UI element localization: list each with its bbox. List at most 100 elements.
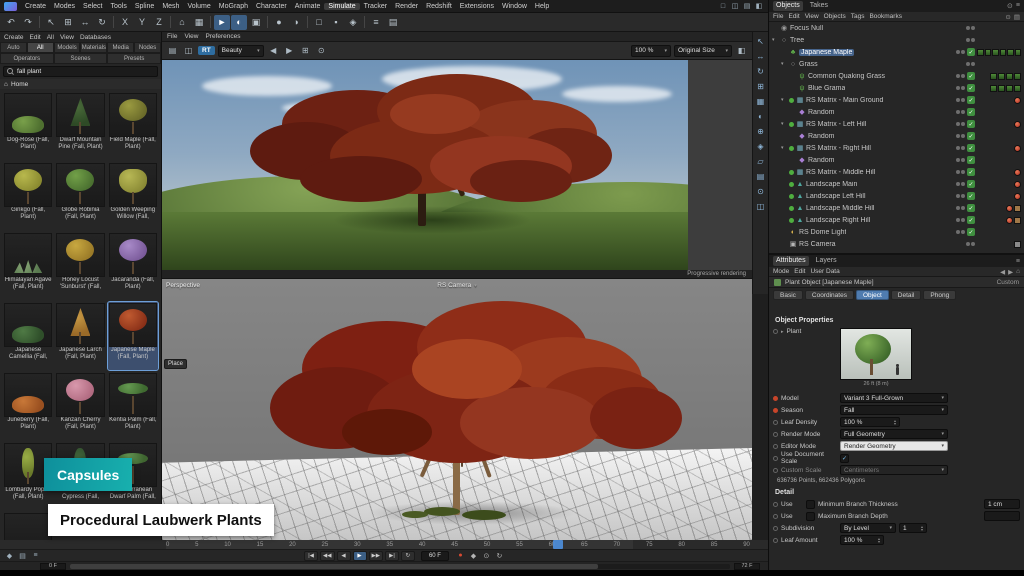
keyframe-dot[interactable]: [773, 456, 778, 461]
polygon-mode-icon[interactable]: ◈: [345, 15, 361, 30]
app-logo-icon[interactable]: [4, 2, 17, 11]
plant-tile-golden-weeping-willow-fall-plant[interactable]: Golden Weeping Willow (Fall, Plant): [108, 162, 158, 230]
prev-icon[interactable]: ◀: [267, 45, 280, 57]
asset-menu-create[interactable]: Create: [4, 34, 24, 41]
enabled-check[interactable]: ✓: [967, 192, 975, 200]
render-visibility-dot[interactable]: [961, 218, 965, 222]
plant-tile-dog-rose-fall-plant[interactable]: Dog-Rose (Fall, Plant): [3, 92, 53, 160]
visibility-dots[interactable]: [956, 206, 965, 210]
object-row-random[interactable]: ◆Random✓: [769, 154, 1024, 166]
search-icon[interactable]: ⊙: [1005, 13, 1010, 21]
section-tab-coordinates[interactable]: Coordinates: [805, 290, 854, 300]
asset-menu-edit[interactable]: Edit: [30, 34, 41, 41]
editor-visibility-dot[interactable]: [966, 26, 970, 30]
keyframe-dot[interactable]: [773, 468, 778, 473]
editor-visibility-dot[interactable]: [956, 206, 960, 210]
render-visibility-dot[interactable]: [961, 182, 965, 186]
editor-visibility-dot[interactable]: [956, 194, 960, 198]
enabled-check[interactable]: ✓: [967, 168, 975, 176]
tan-tag-icon[interactable]: [1014, 217, 1021, 224]
visibility-dots[interactable]: [956, 158, 965, 162]
render-visibility-dot[interactable]: [971, 38, 975, 42]
redo-icon[interactable]: ↷: [20, 15, 36, 30]
object-row-random[interactable]: ◆Random✓: [769, 130, 1024, 142]
gray-tag-icon[interactable]: [1014, 241, 1021, 248]
object-row-focus-null[interactable]: ◉Focus Null: [769, 22, 1024, 34]
snap-icon[interactable]: ≡: [368, 15, 384, 30]
transport-button[interactable]: |◀: [304, 551, 318, 561]
plant-tile-japanese-camellia-fall-plant[interactable]: Japanese Camellia (Fall, Plant): [3, 302, 53, 370]
visibility-dots[interactable]: [956, 134, 965, 138]
enabled-check[interactable]: ✓: [967, 228, 975, 236]
enabled-check[interactable]: ✓: [967, 144, 975, 152]
plant-tile-jacaranda-fall-plant[interactable]: Jacaranda (Fall, Plant): [108, 232, 158, 300]
visibility-dots[interactable]: [966, 242, 975, 246]
transport-button[interactable]: ◀◀: [320, 551, 334, 561]
plant-tile-himalayan-agave-fall-plant[interactable]: Himalayan Agave (Fall, Plant): [3, 232, 53, 300]
render-visibility-dot[interactable]: [971, 242, 975, 246]
menu-redshift[interactable]: Redshift: [422, 3, 456, 10]
editor-mode-dropdown[interactable]: Render Geometry▾: [840, 441, 948, 451]
enabled-check[interactable]: ✓: [967, 204, 975, 212]
pick-icon[interactable]: ⊙: [315, 45, 328, 57]
filter-icon[interactable]: ⊙: [1007, 2, 1013, 10]
matrix-tool-icon[interactable]: ▦: [755, 96, 767, 107]
menu-icon[interactable]: ≡: [1016, 2, 1020, 10]
leaf-tag-icon[interactable]: [1015, 49, 1022, 56]
enabled-check[interactable]: ✓: [967, 48, 975, 56]
keyframe-dot[interactable]: [773, 514, 778, 519]
render-menu-preferences[interactable]: Preferences: [205, 33, 240, 40]
editor-visibility-dot[interactable]: [966, 242, 970, 246]
object-row-grass[interactable]: ▾○Grass: [769, 58, 1024, 70]
attributes-menu-edit[interactable]: Edit: [794, 268, 805, 275]
plant-preview-image[interactable]: [840, 328, 912, 380]
select-icon[interactable]: ↖: [43, 15, 59, 30]
record-icon[interactable]: ●: [455, 551, 466, 561]
menu-create[interactable]: Create: [21, 3, 50, 10]
home-icon[interactable]: ⌂: [1016, 268, 1020, 276]
tab-takes[interactable]: Takes: [807, 1, 831, 11]
compare-icon[interactable]: ◫: [182, 45, 195, 57]
editor-visibility-dot[interactable]: [956, 110, 960, 114]
current-frame-field[interactable]: 60 F: [421, 551, 449, 561]
asset-tab-auto[interactable]: Auto: [0, 42, 27, 53]
render-visibility-dot[interactable]: [961, 194, 965, 198]
timeline-ruler[interactable]: 051015202530354045505560657075808590: [0, 540, 768, 550]
section-tab-detail[interactable]: Detail: [891, 290, 922, 300]
red-tag-icon[interactable]: [1014, 121, 1021, 128]
asset-tab-all[interactable]: All: [27, 42, 54, 53]
list-icon[interactable]: ▤: [385, 15, 401, 30]
menu-tools[interactable]: Tools: [107, 3, 131, 10]
playhead[interactable]: [553, 540, 563, 549]
viewport[interactable]: Perspective RS Camera▾ Place: [162, 279, 752, 540]
visibility-dots[interactable]: [956, 74, 965, 78]
render-visibility-dot[interactable]: [961, 122, 965, 126]
enabled-check[interactable]: ✓: [967, 156, 975, 164]
snapshot-icon[interactable]: ▤: [166, 45, 179, 57]
red-tag-icon[interactable]: [1014, 169, 1021, 176]
red-tag-icon[interactable]: [1014, 193, 1021, 200]
asset-tab-presets[interactable]: Presets: [107, 53, 161, 64]
section-tab-object[interactable]: Object: [856, 290, 889, 300]
shading-icon[interactable]: ◑: [288, 15, 304, 30]
track-icon[interactable]: ▤: [17, 551, 28, 561]
enabled-check[interactable]: ✓: [967, 84, 975, 92]
breadcrumb[interactable]: ⌂ Home: [0, 79, 161, 89]
object-row-japanese-maple[interactable]: ♣Japanese Maple✓: [769, 46, 1024, 58]
subdivision-dropdown[interactable]: By Level▾: [840, 523, 896, 533]
render-visibility-dot[interactable]: [961, 98, 965, 102]
object-row-blue-grama[interactable]: ψBlue Grama✓: [769, 82, 1024, 94]
editor-visibility-dot[interactable]: [956, 134, 960, 138]
camera-label[interactable]: RS Camera▾: [437, 282, 476, 289]
leaf-tag-icon[interactable]: [998, 73, 1005, 80]
objects-menu-bookmarks[interactable]: Bookmarks: [869, 13, 902, 20]
aov-dropdown[interactable]: Beauty▾: [218, 45, 264, 57]
visibility-dots[interactable]: [966, 62, 975, 66]
transport-button[interactable]: ▶▶: [369, 551, 383, 561]
editor-visibility-dot[interactable]: [956, 86, 960, 90]
layout-icon-4[interactable]: ◧: [754, 2, 764, 11]
visibility-dots[interactable]: [956, 146, 965, 150]
plane-tool-icon[interactable]: ▱: [755, 156, 767, 167]
render-settings-icon[interactable]: ▣: [248, 15, 264, 30]
next-icon[interactable]: ▶: [283, 45, 296, 57]
